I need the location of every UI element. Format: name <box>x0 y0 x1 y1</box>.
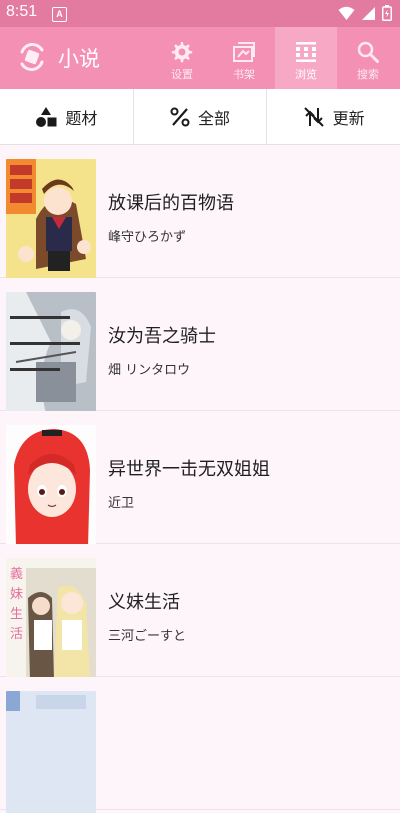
svg-text:義: 義 <box>10 566 23 582</box>
book-cover-image <box>6 425 96 547</box>
book-cover-image: 義 妹 生 活 <box>6 558 96 680</box>
book-item[interactable]: 汝为吾之骑士 畑 リンタロウ <box>0 278 400 414</box>
book-item[interactable]: 放课后的百物语 峰守ひろかず <box>0 145 400 281</box>
filter-all-label: 全部 <box>198 108 231 128</box>
filter-genre-label: 题材 <box>65 108 98 128</box>
book-title: 异世界一击无双姐姐 <box>108 459 270 480</box>
percent-icon <box>170 107 190 126</box>
tab-search-label: 搜索 <box>357 68 379 81</box>
svg-text:妹: 妹 <box>10 587 23 602</box>
app-title: 小说 <box>58 47 100 71</box>
wifi-icon <box>338 6 355 20</box>
book-title: 汝为吾之骑士 <box>108 326 216 347</box>
book-author: 三河ごーすと <box>108 629 187 644</box>
filter-all-button[interactable]: 全部 <box>134 89 268 144</box>
book-item[interactable]: 异世界一击无双姐姐 近卫 <box>0 411 400 547</box>
search-icon <box>357 39 379 65</box>
tab-search[interactable]: 搜索 <box>337 27 399 89</box>
gear-icon <box>170 39 194 65</box>
filter-bar: 题材 全部 更新 <box>0 89 400 145</box>
book-author: 近卫 <box>108 496 135 511</box>
book-author: 畑 リンタロウ <box>108 363 191 378</box>
app-bar: 小说 设置 书架 浏览 搜索 <box>0 27 400 89</box>
book-item[interactable] <box>0 677 400 813</box>
status-time: 8:51 <box>6 3 38 20</box>
sort-off-icon <box>303 106 324 127</box>
tab-settings[interactable]: 设置 <box>151 27 213 89</box>
shapes-icon <box>36 106 57 127</box>
svg-text:生: 生 <box>10 607 23 622</box>
book-cover-image <box>6 292 96 414</box>
book-author: 峰守ひろかず <box>108 230 187 245</box>
app-logo-icon <box>20 43 44 71</box>
book-list: 放课后的百物语 峰守ひろかず 汝为吾之骑士 畑 リンタロウ 异世界一击无双姐姐 … <box>0 145 400 813</box>
book-item[interactable]: 義 妹 生 活 义妹生活 三河ごーすと <box>0 544 400 680</box>
book-title: 放课后的百物语 <box>108 193 234 214</box>
filter-update-button[interactable]: 更新 <box>267 89 400 144</box>
signal-icon <box>362 6 375 20</box>
filter-genre-button[interactable]: 题材 <box>0 89 134 144</box>
svg-text:活: 活 <box>10 627 23 642</box>
browse-icon <box>295 39 317 65</box>
notification-icon: A <box>52 7 67 22</box>
status-bar: 8:51 A <box>0 0 400 27</box>
tab-browse-label: 浏览 <box>295 68 317 81</box>
filter-update-label: 更新 <box>332 108 365 128</box>
book-cover-image <box>6 691 96 813</box>
book-title: 义妹生活 <box>108 592 180 613</box>
tab-bookshelf[interactable]: 书架 <box>213 27 275 89</box>
battery-icon <box>382 5 392 21</box>
tab-browse[interactable]: 浏览 <box>275 27 337 89</box>
bookshelf-icon <box>232 39 256 65</box>
status-icons <box>338 5 392 21</box>
book-cover-image <box>6 159 96 281</box>
tab-bookshelf-label: 书架 <box>233 68 255 81</box>
tab-settings-label: 设置 <box>171 68 193 81</box>
